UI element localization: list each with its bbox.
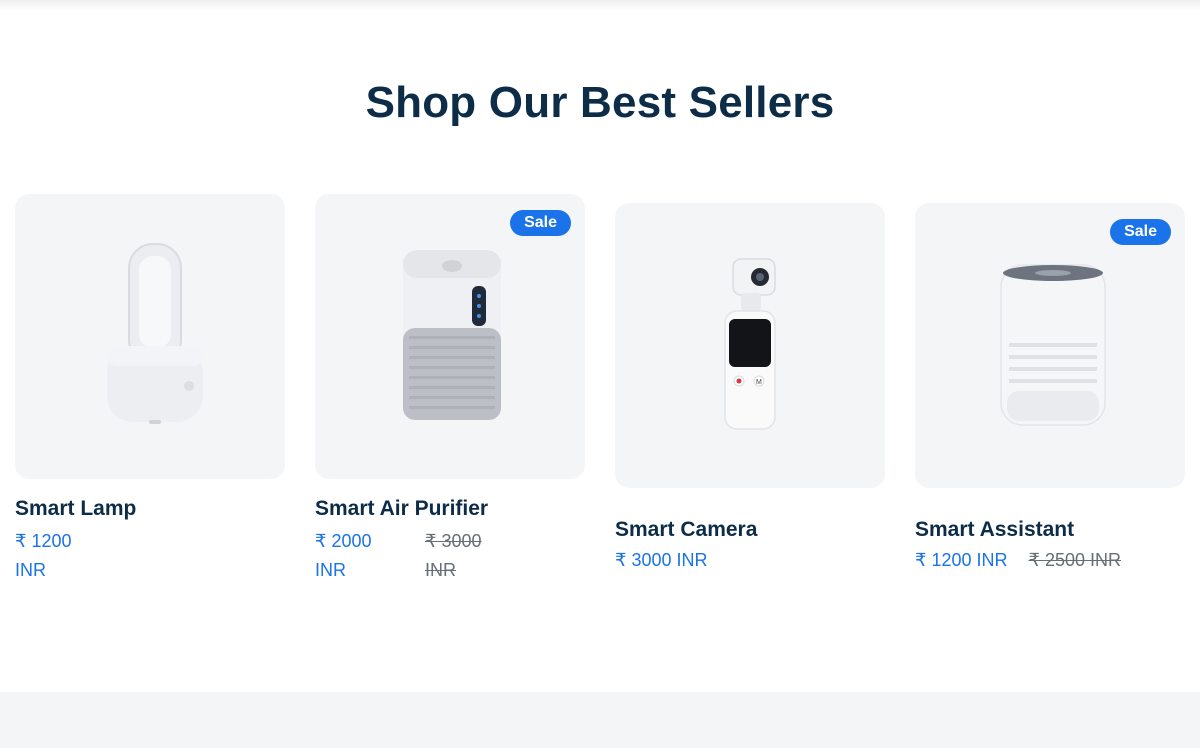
section-title: Shop Our Best Sellers: [365, 78, 835, 127]
price: ₹ 3000 INR: [615, 550, 708, 570]
product-image-smart-air-purifier[interactable]: Sale: [315, 194, 585, 479]
product-name[interactable]: Smart Lamp: [15, 497, 285, 521]
price-currency: INR: [315, 560, 346, 580]
product-card-smart-air-purifier[interactable]: Sale Smart Air Purifier ₹ 2000 INR ₹ 300…: [315, 194, 585, 589]
smart-camera-image: M: [724, 258, 776, 430]
product-card-smart-camera[interactable]: M Smart Camera ₹ 3000 INR: [615, 203, 885, 571]
header-shadow: [0, 0, 1200, 10]
product-image-smart-camera[interactable]: M: [615, 203, 885, 488]
product-image-smart-lamp[interactable]: [15, 194, 285, 479]
old-price: ₹ 2500 INR: [1028, 550, 1122, 570]
product-name[interactable]: Smart Camera: [615, 518, 885, 542]
product-card-smart-lamp[interactable]: Smart Lamp ₹ 1200 INR: [15, 194, 285, 589]
smart-assistant-image: [1000, 264, 1106, 426]
price: ₹ 2000: [315, 531, 372, 551]
price: ₹ 1200 INR: [915, 550, 1008, 570]
price-currency: INR: [15, 560, 46, 580]
price: ₹ 1200: [15, 531, 72, 551]
sale-badge: Sale: [510, 210, 571, 236]
air-purifier-image: [403, 250, 501, 420]
smart-lamp-image: [107, 243, 203, 424]
old-price: ₹ 3000: [425, 531, 482, 551]
next-section-band: [0, 692, 1200, 748]
product-name[interactable]: Smart Assistant: [915, 518, 1185, 542]
svg-text:M: M: [756, 379, 762, 386]
sale-badge: Sale: [1110, 219, 1171, 245]
product-card-smart-assistant[interactable]: Sale Smart Assistant ₹ 1200 INR ₹ 2500 I…: [915, 203, 1185, 571]
old-price-currency: INR: [425, 560, 456, 580]
product-name[interactable]: Smart Air Purifier: [315, 497, 585, 521]
product-image-smart-assistant[interactable]: Sale: [915, 203, 1185, 488]
